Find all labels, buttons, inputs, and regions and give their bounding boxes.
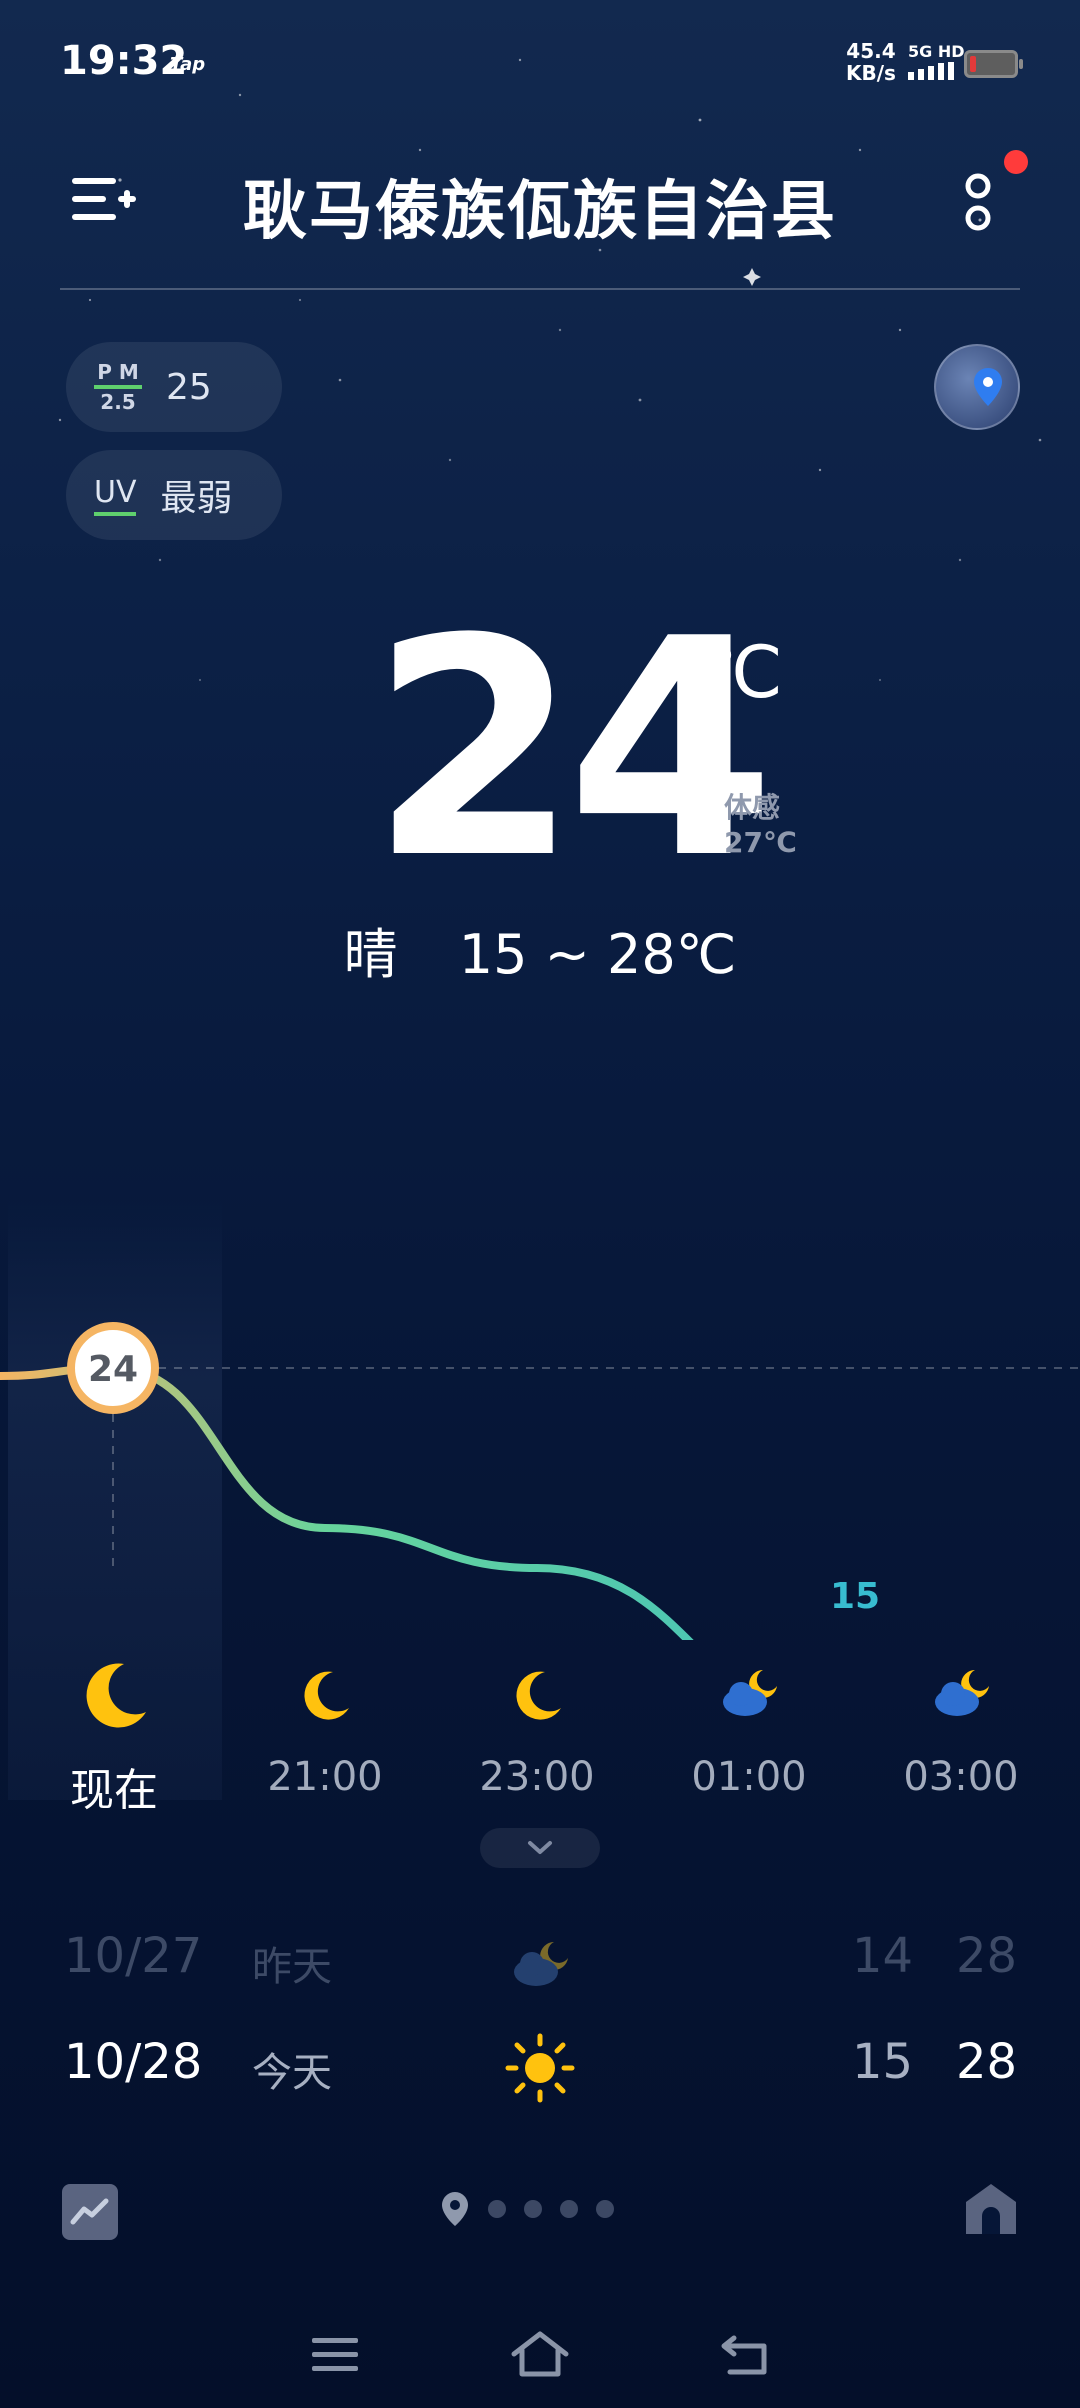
low-temp-label: 15 [830,1576,881,1617]
more-options-icon [965,173,991,231]
hourly-time: 23:00 [479,1754,595,1800]
net-speed-value: 45.4 [846,39,896,63]
location-pin-icon [974,368,1002,406]
page-dot [524,2200,542,2218]
battery-icon [964,50,1023,78]
city-title: 耿马傣族佤族自治县 [243,175,837,249]
feels-like-value: 27℃ [724,826,797,859]
hourly-time: 01:00 [691,1754,807,1800]
uv-badge: UV [94,475,137,516]
moon-icon [86,1663,146,1728]
hourly-item[interactable]: 现在 [14,1644,214,1818]
page-dot [488,2200,506,2218]
status-app-tag: Tap [170,54,206,75]
pm25-value: 25 [166,366,212,408]
hourly-item[interactable]: 01:00 [649,1644,849,1800]
temperature-unit: ℃ [702,630,783,714]
daily-low: 14 [852,1928,914,1984]
home-icon [966,2184,1016,2234]
header-divider [60,288,1020,290]
page-dot [560,2200,578,2218]
current-temp-marker-label: 24 [88,1349,138,1390]
weather-condition: 晴 [343,923,398,986]
uv-value: 最弱 [160,478,233,519]
moon-icon [304,1671,349,1720]
cloudy-moon-icon [723,1670,777,1716]
daily-row-yesterday[interactable]: 10/27 昨天 14 28 [0,1928,1080,2028]
trend-chart-button[interactable] [62,2184,118,2240]
menu-icon[interactable] [310,2334,360,2374]
sun-icon [500,2028,580,2108]
expand-hourly-button[interactable] [480,1828,600,1868]
page-dot [596,2200,614,2218]
network-type: 5G HD [908,42,965,61]
hourly-item[interactable]: 03:00 [861,1644,1061,1800]
daily-date: 10/28 [64,2034,203,2090]
cloudy-moon-icon [935,1670,989,1716]
pm-label-top: P M [97,360,139,384]
temperature-range: 15 ~ 28℃ [458,923,737,986]
daily-label: 今天 [252,2050,332,2096]
city-page-indicator[interactable] [440,2190,614,2228]
hourly-item[interactable]: 21:00 [225,1644,425,1800]
hourly-item[interactable]: 23:00 [437,1644,637,1800]
moon-icon [516,1671,561,1720]
condition-row: 晴 15 ~ 28℃ [0,910,1080,989]
trend-icon [70,2198,109,2225]
feels-like-label: 体感 [724,791,781,824]
pm25-badge: P M 2.5 [94,361,142,413]
chevron-down-icon [528,1841,552,1854]
daily-high: 28 [956,1928,1018,1984]
notification-dot [1004,150,1028,174]
location-map-button[interactable] [934,344,1020,430]
signal-icon [908,62,954,80]
uv-pill[interactable]: UV 最弱 [66,450,282,540]
pm-label-bottom: 2.5 [100,390,136,414]
hourly-time: 21:00 [267,1754,383,1800]
daily-high: 28 [956,2034,1018,2090]
hourly-time: 现在 [70,1765,158,1816]
system-nav-bar [0,2300,1080,2408]
cloudy-moon-icon [500,1922,580,2002]
daily-row-today[interactable]: 10/28 今天 15 28 [0,2033,1080,2134]
more-menu-button[interactable] [960,172,996,240]
daily-low: 15 [852,2034,914,2090]
status-net-speed: 45.4 KB/s [846,40,896,84]
back-icon[interactable] [720,2332,770,2376]
temperature-curve [0,1363,694,1640]
pm-level-bar [94,385,142,389]
status-time: 19:32 [60,38,188,84]
daily-label: 昨天 [252,1944,332,1990]
location-pin-icon [442,2192,468,2226]
hourly-temperature-chart: 24 [0,1322,1080,1640]
network-indicator: 5G HD [908,42,965,85]
net-speed-unit: KB/s [846,61,896,85]
hourly-time: 03:00 [903,1754,1019,1800]
daily-date: 10/27 [64,1928,203,1984]
pm25-pill[interactable]: P M 2.5 25 [66,342,282,432]
home-city-button[interactable] [962,2180,1020,2238]
home-nav-icon[interactable] [510,2330,570,2378]
